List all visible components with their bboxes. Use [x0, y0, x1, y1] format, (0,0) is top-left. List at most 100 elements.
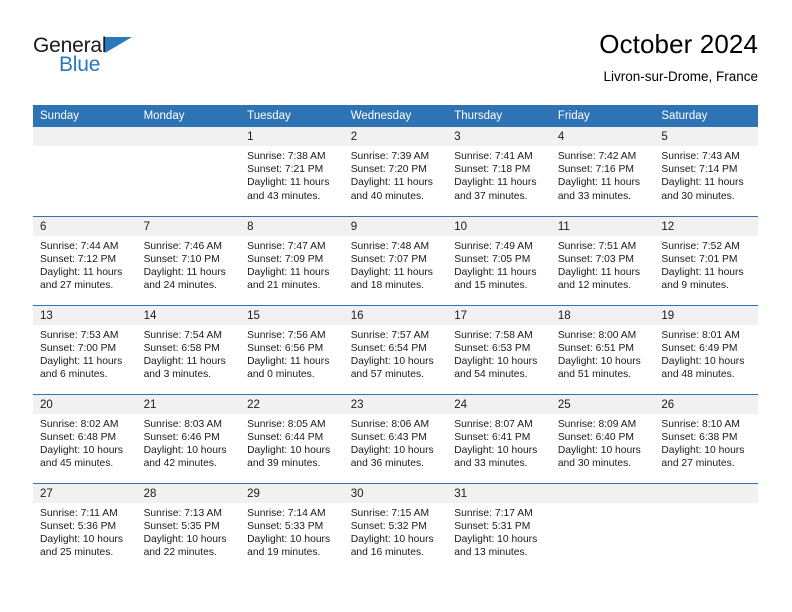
calendar-day-cell[interactable]: 27 Sunrise: 7:11 AM Sunset: 5:36 PM Dayligh… — [33, 482, 137, 572]
calendar-body: 1 Sunrise: 7:38 AM Sunset: 7:21 PM Daylight… — [33, 127, 758, 572]
calendar-day-cell[interactable]: 24 Sunrise: 8:07 AM Sunset: 6:41 PM Dayligh… — [447, 393, 551, 483]
sunrise-time: Sunrise: 8:00 AM — [557, 329, 637, 341]
sunset-time: Sunset: 7:00 PM — [40, 342, 117, 354]
daylight-duration-line2: and 43 minutes. — [247, 190, 321, 202]
day-number: 28 — [136, 483, 241, 503]
day-number: 24 — [447, 394, 551, 414]
calendar-day-cell[interactable]: 1 Sunrise: 7:38 AM Sunset: 7:21 PM Daylight… — [240, 127, 344, 216]
daylight-duration-line2: and 21 minutes. — [247, 280, 321, 292]
calendar-day-cell[interactable]: 18 Sunrise: 8:00 AM Sunset: 6:51 PM Dayligh… — [550, 304, 655, 394]
calendar-day-cell[interactable]: 22 Sunrise: 8:05 AM Sunset: 6:44 PM Dayligh… — [240, 393, 344, 483]
day-sun-info: Sunrise: 7:52 AM Sunset: 7:01 PM Daylight:… — [654, 236, 758, 293]
day-number: 4 — [550, 127, 655, 146]
day-number: 13 — [33, 305, 137, 325]
day-sun-info: Sunrise: 7:15 AM Sunset: 5:32 PM Daylight:… — [344, 503, 448, 560]
calendar-day-cell[interactable]: 15 Sunrise: 7:56 AM Sunset: 6:56 PM Dayligh… — [240, 304, 344, 394]
calendar-day-cell[interactable]: 8 Sunrise: 7:47 AM Sunset: 7:09 PM Daylight… — [240, 215, 344, 305]
day-number: 29 — [240, 483, 344, 503]
calendar-day-cell[interactable]: 29 Sunrise: 7:14 AM Sunset: 5:33 PM Dayligh… — [240, 482, 344, 572]
sunrise-time: Sunrise: 7:39 AM — [350, 151, 430, 162]
sunrise-time: Sunrise: 8:05 AM — [247, 418, 326, 430]
sunset-time: Sunset: 6:40 PM — [557, 431, 634, 443]
calendar-day-cell[interactable]: 25 Sunrise: 8:09 AM Sunset: 6:40 PM Dayligh… — [550, 393, 655, 483]
day-sun-info: Sunrise: 8:00 AM Sunset: 6:51 PM Daylight:… — [551, 325, 655, 382]
sunset-time: Sunset: 6:51 PM — [557, 342, 634, 354]
day-sun-info: Sunrise: 7:56 AM Sunset: 6:56 PM Daylight:… — [240, 325, 344, 382]
daylight-duration-line1: Daylight: 11 hours — [454, 266, 537, 278]
calendar-day-cell[interactable]: 12 Sunrise: 7:52 AM Sunset: 7:01 PM Dayligh… — [654, 215, 758, 305]
calendar-day-cell[interactable]: 5 Sunrise: 7:43 AM Sunset: 7:14 PM Daylight… — [654, 127, 758, 216]
sunrise-time: Sunrise: 7:49 AM — [454, 240, 533, 252]
daylight-duration-line2: and 25 minutes. — [40, 547, 114, 559]
daylight-duration-line2: and 33 minutes. — [454, 458, 528, 470]
calendar-day-cell[interactable]: 9 Sunrise: 7:48 AM Sunset: 7:07 PM Daylight… — [343, 215, 448, 305]
daylight-duration-line2: and 24 minutes. — [143, 280, 217, 292]
sunset-time: Sunset: 6:46 PM — [143, 431, 220, 443]
calendar-day-cell[interactable]: 14 Sunrise: 7:54 AM Sunset: 6:58 PM Dayligh… — [136, 304, 241, 394]
sunrise-time: Sunrise: 7:56 AM — [247, 329, 326, 341]
calendar-day-cell[interactable]: 11 Sunrise: 7:51 AM Sunset: 7:03 PM Dayligh… — [550, 215, 655, 305]
location-subtitle: Livron-sur-Drome, France — [603, 69, 758, 84]
day-number — [136, 127, 241, 146]
calendar-empty-cell — [136, 127, 241, 216]
calendar-day-cell[interactable]: 20 Sunrise: 8:02 AM Sunset: 6:48 PM Dayligh… — [33, 393, 137, 483]
sunrise-time: Sunrise: 7:17 AM — [454, 507, 533, 519]
weekday-header-friday: Friday — [550, 105, 655, 127]
title-block: October 2024 Livron-sur-Drome, France — [599, 28, 758, 87]
daylight-duration-line2: and 13 minutes. — [454, 547, 528, 559]
day-number: 1 — [240, 127, 344, 146]
calendar-day-cell[interactable]: 3 Sunrise: 7:41 AM Sunset: 7:18 PM Daylight… — [447, 127, 551, 216]
daylight-duration-line2: and 57 minutes. — [350, 369, 424, 381]
day-sun-info: Sunrise: 8:06 AM Sunset: 6:43 PM Daylight:… — [344, 414, 448, 471]
calendar-day-cell[interactable]: 6 Sunrise: 7:44 AM Sunset: 7:12 PM Daylight… — [33, 215, 137, 305]
calendar-empty-cell — [33, 127, 137, 216]
day-sun-info: Sunrise: 8:09 AM Sunset: 6:40 PM Daylight:… — [551, 414, 655, 471]
calendar-day-cell[interactable]: 23 Sunrise: 8:06 AM Sunset: 6:43 PM Dayligh… — [343, 393, 448, 483]
weekday-header-sunday: Sunday — [33, 105, 137, 127]
day-number: 9 — [343, 216, 448, 236]
daylight-duration-line1: Daylight: 10 hours — [454, 444, 538, 456]
day-number: 3 — [447, 127, 551, 146]
day-sun-info: Sunrise: 7:46 AM Sunset: 7:10 PM Daylight:… — [137, 236, 241, 293]
calendar-day-cell[interactable]: 7 Sunrise: 7:46 AM Sunset: 7:10 PM Daylight… — [136, 215, 241, 305]
calendar-day-cell[interactable]: 2 Sunrise: 7:39 AM Sunset: 7:20 PM Daylight… — [343, 127, 448, 216]
calendar-day-cell[interactable]: 13 Sunrise: 7:53 AM Sunset: 7:00 PM Dayligh… — [33, 304, 137, 394]
daylight-duration-line1: Daylight: 11 hours — [143, 355, 226, 367]
daylight-duration-line2: and 40 minutes. — [350, 190, 424, 202]
daylight-duration-line2: and 51 minutes. — [557, 369, 632, 381]
day-number: 7 — [136, 216, 241, 236]
day-number: 5 — [654, 127, 758, 146]
daylight-duration-line1: Daylight: 10 hours — [661, 355, 745, 367]
weekday-header-tuesday: Tuesday — [240, 105, 344, 127]
sunset-time: Sunset: 6:54 PM — [350, 342, 427, 354]
sunset-time: Sunset: 6:49 PM — [661, 342, 738, 354]
day-number: 16 — [343, 305, 448, 325]
sunrise-time: Sunrise: 7:15 AM — [350, 507, 430, 519]
calendar-day-cell[interactable]: 26 Sunrise: 8:10 AM Sunset: 6:38 PM Dayligh… — [654, 393, 758, 483]
daylight-duration-line2: and 19 minutes. — [247, 547, 321, 559]
day-sun-info: Sunrise: 8:07 AM Sunset: 6:41 PM Daylight:… — [447, 414, 551, 471]
day-sun-info: Sunrise: 7:57 AM Sunset: 6:54 PM Daylight:… — [344, 325, 448, 382]
daylight-duration-line2: and 33 minutes. — [557, 190, 632, 202]
calendar-day-cell[interactable]: 16 Sunrise: 7:57 AM Sunset: 6:54 PM Dayligh… — [343, 304, 448, 394]
calendar-day-cell[interactable]: 4 Sunrise: 7:42 AM Sunset: 7:16 PM Daylight… — [550, 127, 655, 216]
calendar-day-cell[interactable]: 28 Sunrise: 7:13 AM Sunset: 5:35 PM Dayligh… — [136, 482, 241, 572]
calendar-day-cell[interactable]: 10 Sunrise: 7:49 AM Sunset: 7:05 PM Dayligh… — [447, 215, 551, 305]
weekday-header-saturday: Saturday — [654, 105, 758, 127]
sunrise-time: Sunrise: 8:07 AM — [454, 418, 533, 430]
daylight-duration-line1: Daylight: 11 hours — [247, 266, 330, 278]
calendar-day-cell[interactable]: 31 Sunrise: 7:17 AM Sunset: 5:31 PM Dayligh… — [447, 482, 551, 572]
logo-text-blue: Blue — [59, 53, 101, 76]
sunrise-time: Sunrise: 7:48 AM — [350, 240, 430, 252]
daylight-duration-line2: and 0 minutes. — [247, 369, 315, 381]
calendar-day-cell[interactable]: 19 Sunrise: 8:01 AM Sunset: 6:49 PM Dayligh… — [654, 304, 758, 394]
sunset-time: Sunset: 6:43 PM — [350, 431, 427, 443]
daylight-duration-line2: and 12 minutes. — [557, 280, 632, 292]
sunrise-time: Sunrise: 7:53 AM — [40, 329, 119, 341]
day-sun-info: Sunrise: 7:14 AM Sunset: 5:33 PM Daylight:… — [240, 503, 344, 560]
calendar-day-cell[interactable]: 21 Sunrise: 8:03 AM Sunset: 6:46 PM Dayligh… — [136, 393, 241, 483]
sunset-time: Sunset: 5:36 PM — [40, 520, 117, 532]
sunrise-time: Sunrise: 7:46 AM — [143, 240, 222, 252]
calendar-day-cell[interactable]: 30 Sunrise: 7:15 AM Sunset: 5:32 PM Dayligh… — [343, 482, 448, 572]
calendar-day-cell[interactable]: 17 Sunrise: 7:58 AM Sunset: 6:53 PM Dayligh… — [447, 304, 551, 394]
